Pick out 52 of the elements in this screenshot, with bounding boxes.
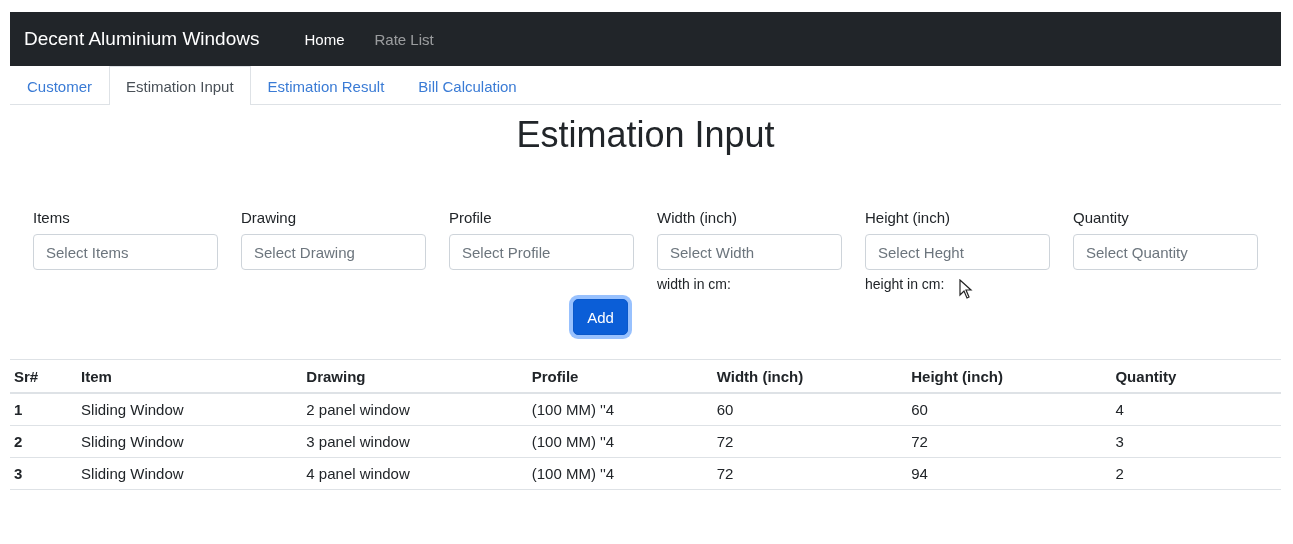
table-cell: (100 MM) ''4 (527, 457, 713, 490)
table-cell: 94 (907, 457, 1112, 490)
nav-link[interactable]: Home (289, 30, 360, 48)
field-label: Profile (449, 209, 493, 226)
column-header: Item (77, 359, 303, 393)
column-header: Quantity (1111, 359, 1281, 393)
table-cell: 3 (1111, 425, 1281, 458)
table-cell: 3 (10, 457, 78, 490)
brand-name[interactable]: Decent Aluminium Windows (24, 28, 260, 50)
column-header: Height (inch) (907, 359, 1112, 393)
tab[interactable]: Customer (10, 66, 110, 105)
input-field[interactable]: Select Width (657, 234, 842, 270)
table-cell: 60 (712, 393, 908, 426)
field-label: Quantity (1073, 209, 1130, 226)
table-cell: 3 panel window (302, 425, 528, 458)
tab[interactable]: Estimation Result (250, 66, 402, 105)
table-cell: (100 MM) ''4 (527, 393, 713, 426)
table-cell: 72 (907, 425, 1112, 458)
table-cell: 60 (907, 393, 1112, 426)
input-field[interactable]: Select Heght (865, 234, 1050, 270)
table-cell: Sliding Window (77, 425, 303, 458)
input-field[interactable]: Select Items (33, 234, 218, 270)
table-cell: Sliding Window (77, 457, 303, 490)
table-cell: Sliding Window (77, 393, 303, 426)
tab[interactable]: Bill Calculation (401, 66, 534, 105)
field-label: Width (inch) (657, 209, 739, 226)
column-header: Drawing (302, 359, 528, 393)
table-cell: 1 (10, 393, 78, 426)
input-field[interactable]: Select Drawing (241, 234, 426, 270)
column-header: Sr# (10, 359, 78, 393)
table-cell: 2 (10, 425, 78, 458)
input-field[interactable]: Select Quantity (1073, 234, 1258, 270)
page-title: Estimation Input (515, 113, 776, 157)
table-cell: 72 (712, 425, 908, 458)
field-label: Drawing (241, 209, 298, 226)
nav-link[interactable]: Rate List (359, 30, 449, 48)
add-button[interactable]: Add (573, 299, 628, 335)
table-cell: (100 MM) ''4 (527, 425, 713, 458)
field-label: Height (inch) (865, 209, 952, 226)
table-cell: 72 (712, 457, 908, 490)
table-cell: 4 (1111, 393, 1281, 426)
column-header: Profile (527, 359, 713, 393)
field-note: height in cm: (865, 276, 945, 292)
table-cell: 4 panel window (302, 457, 528, 490)
table-cell: 2 (1111, 457, 1281, 490)
cursor-icon (959, 279, 973, 299)
field-note: width in cm: (657, 276, 731, 292)
table-cell: 2 panel window (302, 393, 528, 426)
input-field[interactable]: Select Profile (449, 234, 634, 270)
tab[interactable]: Estimation Input (109, 66, 251, 105)
column-header: Width (inch) (712, 359, 908, 393)
field-label: Items (33, 209, 71, 226)
